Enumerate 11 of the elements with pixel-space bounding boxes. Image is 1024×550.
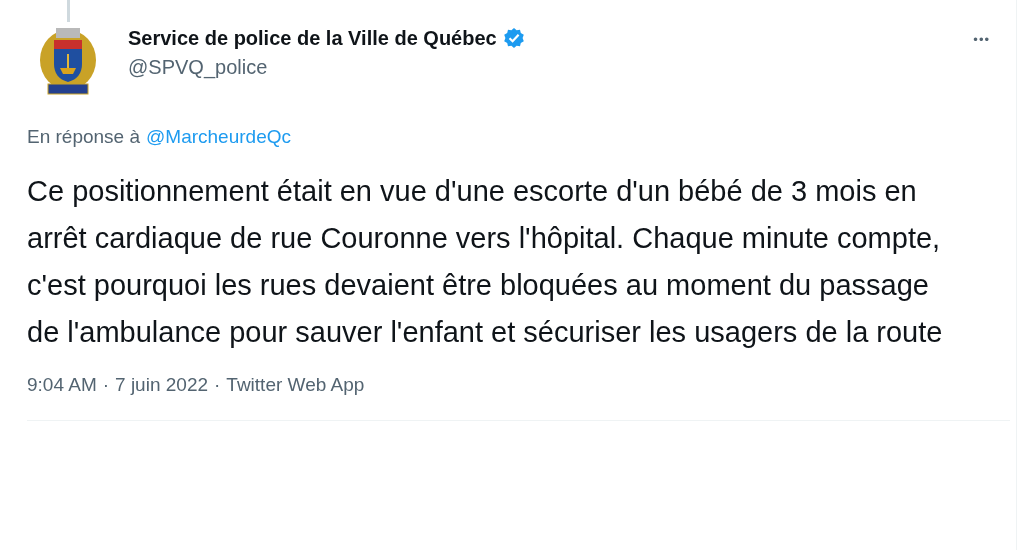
reply-label: En réponse à <box>27 126 141 148</box>
separator-dot: · <box>214 374 221 396</box>
source-link[interactable]: Twitter Web App <box>226 374 365 396</box>
thread-line <box>67 0 70 22</box>
more-button[interactable]: ••• <box>967 28 996 51</box>
author-handle[interactable]: @SPVQ_police <box>128 52 968 82</box>
timestamp-text[interactable]: 7 juin 2022 <box>115 374 208 396</box>
author-name[interactable]: Service de police de la Ville de Québec <box>128 24 497 52</box>
tweet-text: Ce positionnement était en vue d'une escorte d'un bébé de 3 mois en arrêt cardiaque de rue Couronne vers l'hôpital. Chaque minute compte, c'est pourquoi les rues devaient être bloquées au moment du passage de l'ambulance pour sauver l'enfant et sécuriser les usagers de la route <box>27 174 944 350</box>
timestamp-text[interactable]: 9:04 AM <box>27 374 97 396</box>
separator-dot: · <box>102 374 110 396</box>
